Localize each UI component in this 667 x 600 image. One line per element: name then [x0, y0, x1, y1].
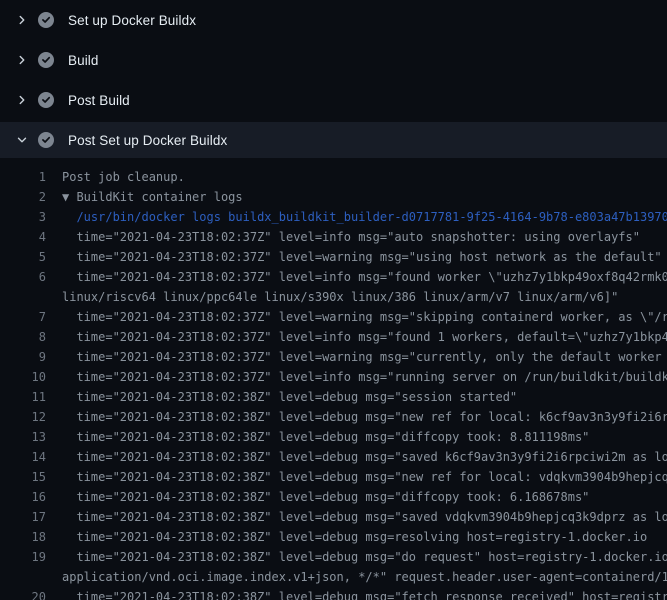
log-text: time="2021-04-23T18:02:38Z" level=debug …: [62, 527, 647, 547]
log-line-number[interactable]: 4: [0, 227, 46, 247]
log-line-number[interactable]: 3: [0, 207, 46, 227]
log-text: time="2021-04-23T18:02:38Z" level=debug …: [62, 587, 667, 600]
log-text: ▼ BuildKit container logs: [62, 187, 243, 207]
step-label: Post Build: [68, 93, 130, 108]
log-line-number[interactable]: 2: [0, 187, 46, 207]
check-circle-icon: [38, 52, 54, 68]
step-label: Build: [68, 53, 99, 68]
log-line-number[interactable]: 20: [0, 587, 46, 600]
log-lines: 1 Post job cleanup. 2 ▼ BuildKit container …: [0, 167, 667, 600]
log-line-number[interactable]: 14: [0, 447, 46, 467]
log-group-caret-icon[interactable]: ▼: [62, 190, 69, 204]
log-line: 4 time="2021-04-23T18:02:37Z" level=info…: [0, 227, 667, 247]
log-text: application/vnd.oci.image.index.v1+json,…: [62, 567, 667, 587]
log-line: 2 ▼ BuildKit container logs: [0, 187, 667, 207]
log-line-number[interactable]: 6: [0, 267, 46, 287]
log-line: linux/riscv64 linux/ppc64le linux/s390x …: [0, 287, 667, 307]
log-line: 5 time="2021-04-23T18:02:37Z" level=warn…: [0, 247, 667, 267]
log-text: time="2021-04-23T18:02:38Z" level=debug …: [62, 387, 517, 407]
log-line: 12 time="2021-04-23T18:02:38Z" level=deb…: [0, 407, 667, 427]
log-line-number: [0, 567, 46, 587]
step-row-build[interactable]: Build: [0, 40, 667, 80]
log-line: 15 time="2021-04-23T18:02:38Z" level=deb…: [0, 467, 667, 487]
log-line: 3 /usr/bin/docker logs buildx_buildkit_b…: [0, 207, 667, 227]
log-line: 18 time="2021-04-23T18:02:38Z" level=deb…: [0, 527, 667, 547]
log-line: 13 time="2021-04-23T18:02:38Z" level=deb…: [0, 427, 667, 447]
log-text: time="2021-04-23T18:02:37Z" level=info m…: [62, 267, 667, 287]
log-line-number: [0, 287, 46, 307]
log-line: 19 time="2021-04-23T18:02:38Z" level=deb…: [0, 547, 667, 567]
chevron-right-icon[interactable]: [14, 92, 30, 108]
log-text: time="2021-04-23T18:02:38Z" level=debug …: [62, 547, 667, 567]
step-list: Set up Docker Buildx Build Post Build: [0, 0, 667, 158]
log-line: 1 Post job cleanup.: [0, 167, 667, 187]
step-label: Post Set up Docker Buildx: [68, 133, 227, 148]
log-text: time="2021-04-23T18:02:38Z" level=debug …: [62, 507, 667, 527]
log-line: 14 time="2021-04-23T18:02:38Z" level=deb…: [0, 447, 667, 467]
log-line-number[interactable]: 8: [0, 327, 46, 347]
check-circle-icon: [38, 92, 54, 108]
chevron-right-icon[interactable]: [14, 52, 30, 68]
log-text: Post job cleanup.: [62, 167, 185, 187]
log-text: time="2021-04-23T18:02:38Z" level=debug …: [62, 447, 667, 467]
log-line-number[interactable]: 1: [0, 167, 46, 187]
log-line: 8 time="2021-04-23T18:02:37Z" level=info…: [0, 327, 667, 347]
log-line: 9 time="2021-04-23T18:02:37Z" level=warn…: [0, 347, 667, 367]
log-line-number[interactable]: 10: [0, 367, 46, 387]
log-line: 6 time="2021-04-23T18:02:37Z" level=info…: [0, 267, 667, 287]
log-text: time="2021-04-23T18:02:37Z" level=info m…: [62, 367, 667, 387]
log-line: 10 time="2021-04-23T18:02:37Z" level=inf…: [0, 367, 667, 387]
check-circle-icon: [38, 132, 54, 148]
log-text: time="2021-04-23T18:02:37Z" level=info m…: [62, 227, 640, 247]
log-text: time="2021-04-23T18:02:37Z" level=warnin…: [62, 307, 667, 327]
log-panel: 1 Post job cleanup. 2 ▼ BuildKit container …: [0, 158, 667, 600]
log-line-number[interactable]: 19: [0, 547, 46, 567]
log-line-number[interactable]: 16: [0, 487, 46, 507]
step-row-post-set-up-docker-buildx[interactable]: Post Set up Docker Buildx: [0, 122, 667, 158]
log-line-number[interactable]: 18: [0, 527, 46, 547]
log-line-number[interactable]: 5: [0, 247, 46, 267]
step-label: Set up Docker Buildx: [68, 13, 196, 28]
log-text: linux/riscv64 linux/ppc64le linux/s390x …: [62, 287, 618, 307]
log-line-number[interactable]: 15: [0, 467, 46, 487]
log-line: 11 time="2021-04-23T18:02:38Z" level=deb…: [0, 387, 667, 407]
log-line: 16 time="2021-04-23T18:02:38Z" level=deb…: [0, 487, 667, 507]
log-line-number[interactable]: 13: [0, 427, 46, 447]
log-command-text: /usr/bin/docker logs buildx_buildkit_bui…: [62, 207, 667, 227]
log-line-number[interactable]: 12: [0, 407, 46, 427]
log-line: 17 time="2021-04-23T18:02:38Z" level=deb…: [0, 507, 667, 527]
actions-log-viewer: Set up Docker Buildx Build Post Build: [0, 0, 667, 600]
chevron-right-icon[interactable]: [14, 12, 30, 28]
chevron-down-icon[interactable]: [14, 132, 30, 148]
log-text: time="2021-04-23T18:02:37Z" level=warnin…: [62, 247, 662, 267]
step-row-set-up-docker-buildx[interactable]: Set up Docker Buildx: [0, 0, 667, 40]
step-row-post-build[interactable]: Post Build: [0, 80, 667, 120]
log-text: time="2021-04-23T18:02:37Z" level=info m…: [62, 327, 667, 347]
log-line-number[interactable]: 7: [0, 307, 46, 327]
check-circle-icon: [38, 12, 54, 28]
log-line: application/vnd.oci.image.index.v1+json,…: [0, 567, 667, 587]
log-line-number[interactable]: 9: [0, 347, 46, 367]
log-text: time="2021-04-23T18:02:37Z" level=warnin…: [62, 347, 667, 367]
log-line: 20 time="2021-04-23T18:02:38Z" level=deb…: [0, 587, 667, 600]
log-line-number[interactable]: 11: [0, 387, 46, 407]
log-text: time="2021-04-23T18:02:38Z" level=debug …: [62, 487, 589, 507]
log-text: time="2021-04-23T18:02:38Z" level=debug …: [62, 407, 667, 427]
log-text: time="2021-04-23T18:02:38Z" level=debug …: [62, 427, 589, 447]
log-text: time="2021-04-23T18:02:38Z" level=debug …: [62, 467, 667, 487]
log-line: 7 time="2021-04-23T18:02:37Z" level=warn…: [0, 307, 667, 327]
log-line-number[interactable]: 17: [0, 507, 46, 527]
